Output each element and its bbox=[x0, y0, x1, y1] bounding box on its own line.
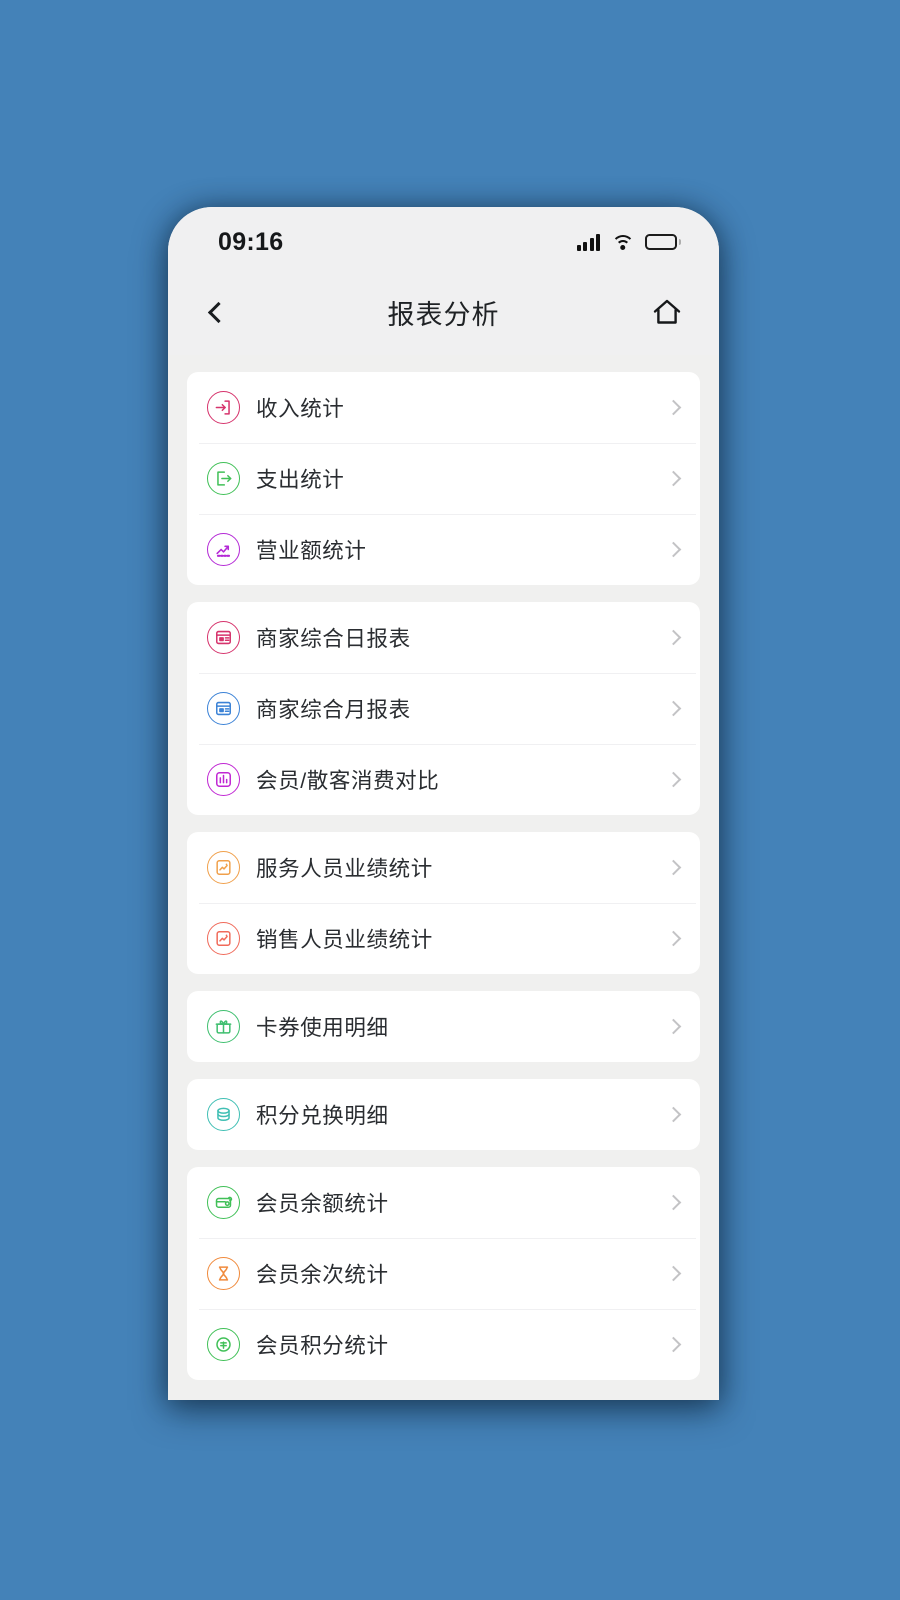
list-item-label: 卡券使用明细 bbox=[256, 1016, 389, 1040]
monthly-report-icon bbox=[207, 692, 240, 725]
list-item-label: 支出统计 bbox=[256, 468, 345, 492]
chevron-right-icon bbox=[665, 930, 682, 947]
nav-bar: 报表分析 bbox=[168, 269, 719, 355]
list-item-label: 会员余次统计 bbox=[256, 1263, 389, 1287]
status-bar-clock: 09:16 bbox=[218, 227, 284, 256]
chevron-right-icon bbox=[665, 859, 682, 876]
report-list[interactable]: 收入统计 支出统计 营业额统计 商家综合日报表 商家综合月报表 会员/散客消费对比 服务人员… bbox=[168, 355, 719, 1400]
chevron-right-icon bbox=[665, 771, 682, 788]
member-points-icon bbox=[207, 1328, 240, 1361]
trend-chart-icon bbox=[207, 533, 240, 566]
list-item[interactable]: 商家综合月报表 bbox=[187, 673, 700, 744]
chevron-right-icon bbox=[665, 1265, 682, 1282]
report-group: 商家综合日报表 商家综合月报表会员/散客消费对比 bbox=[187, 602, 700, 815]
chevron-right-icon bbox=[665, 700, 682, 717]
chevron-right-icon bbox=[665, 399, 682, 416]
list-item-label: 会员余额统计 bbox=[256, 1192, 389, 1216]
chevron-right-icon bbox=[665, 1106, 682, 1123]
status-bar-icons bbox=[576, 233, 681, 251]
wifi-icon bbox=[611, 234, 634, 251]
list-item-label: 积分兑换明细 bbox=[256, 1104, 389, 1128]
list-item-label: 销售人员业绩统计 bbox=[256, 928, 433, 952]
daily-report-icon bbox=[207, 621, 240, 654]
coins-stack-icon bbox=[207, 1098, 240, 1131]
home-icon bbox=[653, 299, 681, 324]
chevron-right-icon bbox=[665, 541, 682, 558]
list-item[interactable]: 会员余额统计 bbox=[187, 1167, 700, 1238]
chevron-right-icon bbox=[665, 629, 682, 646]
list-item[interactable]: 会员积分统计 bbox=[187, 1309, 700, 1380]
list-item-label: 收入统计 bbox=[256, 397, 345, 421]
page-title: 报表分析 bbox=[387, 299, 500, 330]
list-item-label: 商家综合月报表 bbox=[256, 698, 411, 722]
battery-icon bbox=[645, 234, 681, 250]
member-balance-icon bbox=[207, 1186, 240, 1219]
list-item[interactable]: 卡券使用明细 bbox=[187, 991, 700, 1062]
list-item[interactable]: 商家综合日报表 bbox=[187, 602, 700, 673]
signal-bars-icon bbox=[576, 233, 600, 251]
chevron-right-icon bbox=[665, 1018, 682, 1035]
report-group: 服务人员业绩统计 销售人员业绩统计 bbox=[187, 832, 700, 974]
list-item[interactable]: 会员余次统计 bbox=[187, 1238, 700, 1309]
sales-staff-performance-icon bbox=[207, 922, 240, 955]
status-bar: 09:16 bbox=[168, 207, 719, 269]
hourglass-icon bbox=[207, 1257, 240, 1290]
list-item[interactable]: 营业额统计 bbox=[187, 514, 700, 585]
list-item[interactable]: 收入统计 bbox=[187, 372, 700, 443]
gift-card-icon bbox=[207, 1010, 240, 1043]
list-item-label: 会员/散客消费对比 bbox=[256, 769, 440, 793]
back-button[interactable] bbox=[190, 286, 242, 338]
chevron-right-icon bbox=[665, 1194, 682, 1211]
report-group: 会员余额统计 会员余次统计 会员积分统计 bbox=[187, 1167, 700, 1380]
list-item[interactable]: 会员/散客消费对比 bbox=[187, 744, 700, 815]
list-item-label: 会员积分统计 bbox=[256, 1334, 389, 1358]
list-item-label: 营业额统计 bbox=[256, 539, 367, 563]
report-group: 卡券使用明细 bbox=[187, 991, 700, 1062]
phone-frame: 09:16 报表分析 收入统计 支出统计 营业额统计 商家综合日报表 商家综合月报表 会员… bbox=[168, 207, 719, 1400]
report-group: 收入统计支出统计营业额统计 bbox=[187, 372, 700, 585]
report-group: 积分兑换明细 bbox=[187, 1079, 700, 1150]
list-item[interactable]: 服务人员业绩统计 bbox=[187, 832, 700, 903]
service-staff-performance-icon bbox=[207, 851, 240, 884]
list-item[interactable]: 销售人员业绩统计 bbox=[187, 903, 700, 974]
home-button[interactable] bbox=[641, 286, 693, 338]
list-item[interactable]: 积分兑换明细 bbox=[187, 1079, 700, 1150]
expense-arrow-out-icon bbox=[207, 462, 240, 495]
list-item-label: 商家综合日报表 bbox=[256, 627, 411, 651]
list-item[interactable]: 支出统计 bbox=[187, 443, 700, 514]
chevron-right-icon bbox=[665, 470, 682, 487]
income-arrow-in-icon bbox=[207, 391, 240, 424]
compare-consumption-icon bbox=[207, 763, 240, 796]
list-item-label: 服务人员业绩统计 bbox=[256, 857, 433, 881]
chevron-left-icon bbox=[207, 301, 230, 323]
chevron-right-icon bbox=[665, 1336, 682, 1353]
